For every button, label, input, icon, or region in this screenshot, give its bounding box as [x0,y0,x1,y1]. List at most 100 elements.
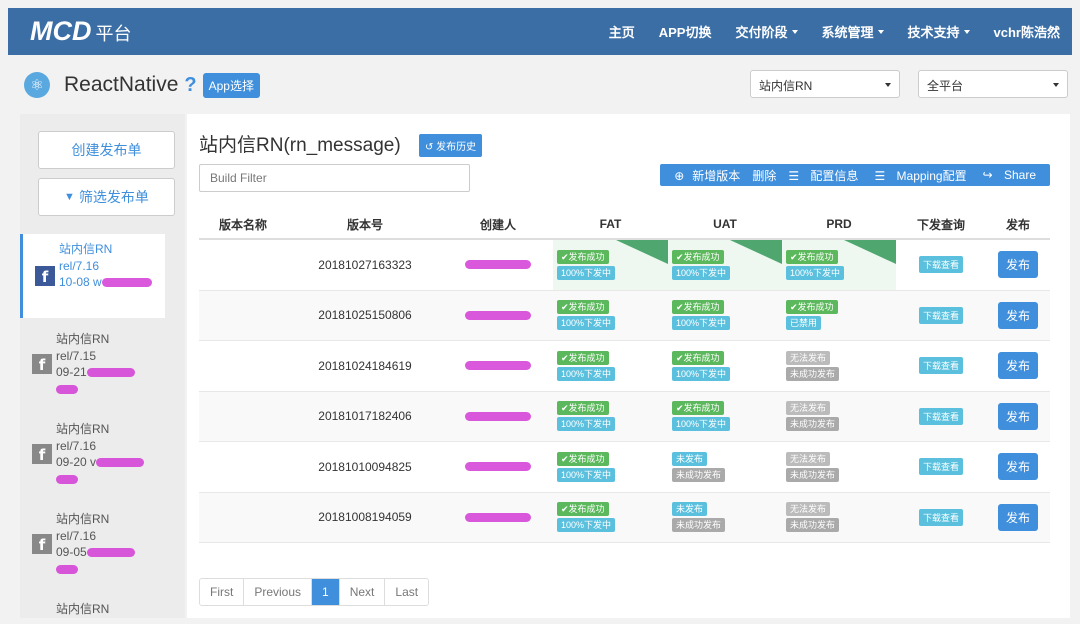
prd-status: 无法发布 未成功发布 [782,392,896,442]
fat-status: ✔发布成功 100%下发中 [553,291,668,341]
redacted-text [465,310,531,320]
help-icon[interactable]: ? [184,74,196,97]
build-filter-input[interactable] [199,164,470,192]
publish-button[interactable]: 发布 [997,301,1038,329]
release-date: 10-08 w [59,275,102,289]
column-header: 版本名称 [218,217,267,232]
pager-first[interactable]: First [200,579,245,605]
mapping-config-button[interactable]: ☰ Mapping配置 [870,167,970,184]
share-button[interactable]: ↪ Share [979,168,1040,182]
sidebar-release-item[interactable]: f 站内信RN rel/7.16 09-20 v [20,414,165,498]
download-view-button[interactable]: 下载查看 [918,458,963,476]
creator [443,493,553,543]
nav-item-home[interactable]: 主页 [609,22,635,41]
redacted-text [465,361,531,371]
table-row[interactable]: 20181008194059 ✔发布成功 100%下发中 未发布 未成功发布 无法发… [199,492,1050,543]
nav-item-app-switch[interactable]: APP切换 [659,22,712,41]
fat-status: ✔发布成功 100%下发中 [553,442,668,492]
pager-last[interactable]: Last [385,579,429,605]
download-view-button[interactable]: 下载查看 [918,508,963,526]
chevron-down-icon [885,83,891,87]
prd-status: ✔发布成功 100%下发中 [782,240,896,290]
version-name [199,493,287,543]
publish-cell: 发布 [986,341,1050,391]
uat-status: 未发布 未成功发布 [668,493,782,543]
platform-select[interactable]: 全平台 [918,70,1068,98]
download-view-button[interactable]: 下载查看 [918,306,963,324]
download-query: 下载查看 [896,291,986,341]
fat-status: ✔发布成功 100%下发中 [553,493,668,543]
sidebar-release-item[interactable]: f 站内信RN rel/7.15 09-21 [20,324,165,408]
release-name: 站内信RN [56,602,110,616]
redacted-text [86,548,135,558]
nav-item-tech-support[interactable]: 技术支持 [908,22,970,41]
table-row[interactable]: 20181024184619 ✔发布成功 100%下发中 ✔发布成功 100%下发中… [199,341,1050,392]
pager-page[interactable]: 1 [312,579,340,605]
creator [443,291,553,341]
chevron-down-icon [963,29,970,34]
table-row[interactable]: 20181010094825 ✔发布成功 100%下发中 未发布 未成功发布 无法发… [199,442,1050,493]
page-title: 站内信RN(rn_message) [199,135,401,156]
publish-cell: 发布 [986,493,1050,543]
publish-button[interactable]: 发布 [997,352,1038,380]
nav-item-system-admin[interactable]: 系统管理 [822,22,884,41]
redacted-text [96,458,145,468]
nav-item-user[interactable]: vchr陈浩然 [994,22,1060,41]
publish-cell: 发布 [986,442,1050,492]
app-title: ReactNative [64,73,179,96]
sidebar-release-item[interactable]: f 站内信RN rel/7.16 09-05 [20,504,165,588]
download-view-button[interactable]: 下载查看 [918,407,963,425]
brand-logo[interactable]: MCD 平台 [30,16,132,47]
download-query: 下载查看 [896,442,986,492]
download-query: 下载查看 [896,240,986,290]
redacted-text [56,384,78,394]
add-version-button[interactable]: ⊕ 新增版本 [670,167,744,184]
plus-circle-icon: ⊕ [674,168,685,183]
release-history-button[interactable]: ↺ 发布历史 [419,134,483,157]
uat-status: ✔发布成功 100%下发中 [668,240,782,290]
react-native-logo-icon: ⚛ [24,72,50,98]
filter-icon: ▼ [64,191,75,203]
release-branch: rel/7.16 [56,528,97,543]
app-select-button[interactable]: App选择 [202,72,260,98]
fat-status: ✔发布成功 100%下发中 [553,341,668,391]
download-view-button[interactable]: 下载查看 [918,357,963,375]
create-release-button[interactable]: 创建发布单 [38,131,175,169]
redacted-text [465,512,531,522]
module-select[interactable]: 站内信RN [750,70,900,98]
table-row[interactable]: 20181017182406 ✔发布成功 100%下发中 ✔发布成功 100%下发中… [199,391,1050,442]
table-row[interactable]: 20181027163323 ✔发布成功 100%下发中 ✔发布成功 100%下发中… [199,240,1050,291]
prd-status: 无法发布 未成功发布 [782,442,896,492]
download-view-button[interactable]: 下载查看 [918,256,963,274]
list-icon: ☰ [874,168,889,183]
pager-previous[interactable]: Previous [244,579,313,605]
sidebar-release-item[interactable]: 站内信RN [20,594,165,618]
filter-release-button[interactable]: ▼ 筛选发布单 [38,178,175,216]
table-row[interactable]: 20181025150806 ✔发布成功 100%下发中 ✔发布成功 100%下发中… [199,290,1050,341]
release-branch: rel/7.16 [59,258,100,273]
prd-status: 无法发布 未成功发布 [782,341,896,391]
release-branch: rel/7.16 [56,438,97,453]
pager-next[interactable]: Next [339,579,386,605]
delete-button[interactable]: 删除 [752,167,776,184]
nav-item-delivery-stage[interactable]: 交付阶段 [735,22,798,41]
pagination: First Previous 1 Next Last [199,578,430,606]
column-header: 下发查询 [916,217,965,232]
facebook-icon: f [32,534,52,554]
release-name: 站内信RN [59,242,113,256]
creator [443,392,553,442]
config-info-button[interactable]: ☰ 配置信息 [784,167,862,184]
current-marker [730,240,782,264]
publish-button[interactable]: 发布 [997,402,1038,430]
publish-button[interactable]: 发布 [997,503,1038,531]
uat-status: ✔发布成功 100%下发中 [668,392,782,442]
version-name [199,442,287,492]
publish-button[interactable]: 发布 [997,453,1038,481]
sidebar-release-item[interactable]: f 站内信RN rel/7.16 10-08 w [20,234,165,318]
release-date: 09-20 v [56,455,97,469]
history-icon: ↺ [425,142,437,153]
version-number: 20181010094825 [318,459,412,474]
redacted-text [86,368,135,378]
publish-button[interactable]: 发布 [997,251,1038,279]
version-number: 20181027163323 [318,257,412,272]
